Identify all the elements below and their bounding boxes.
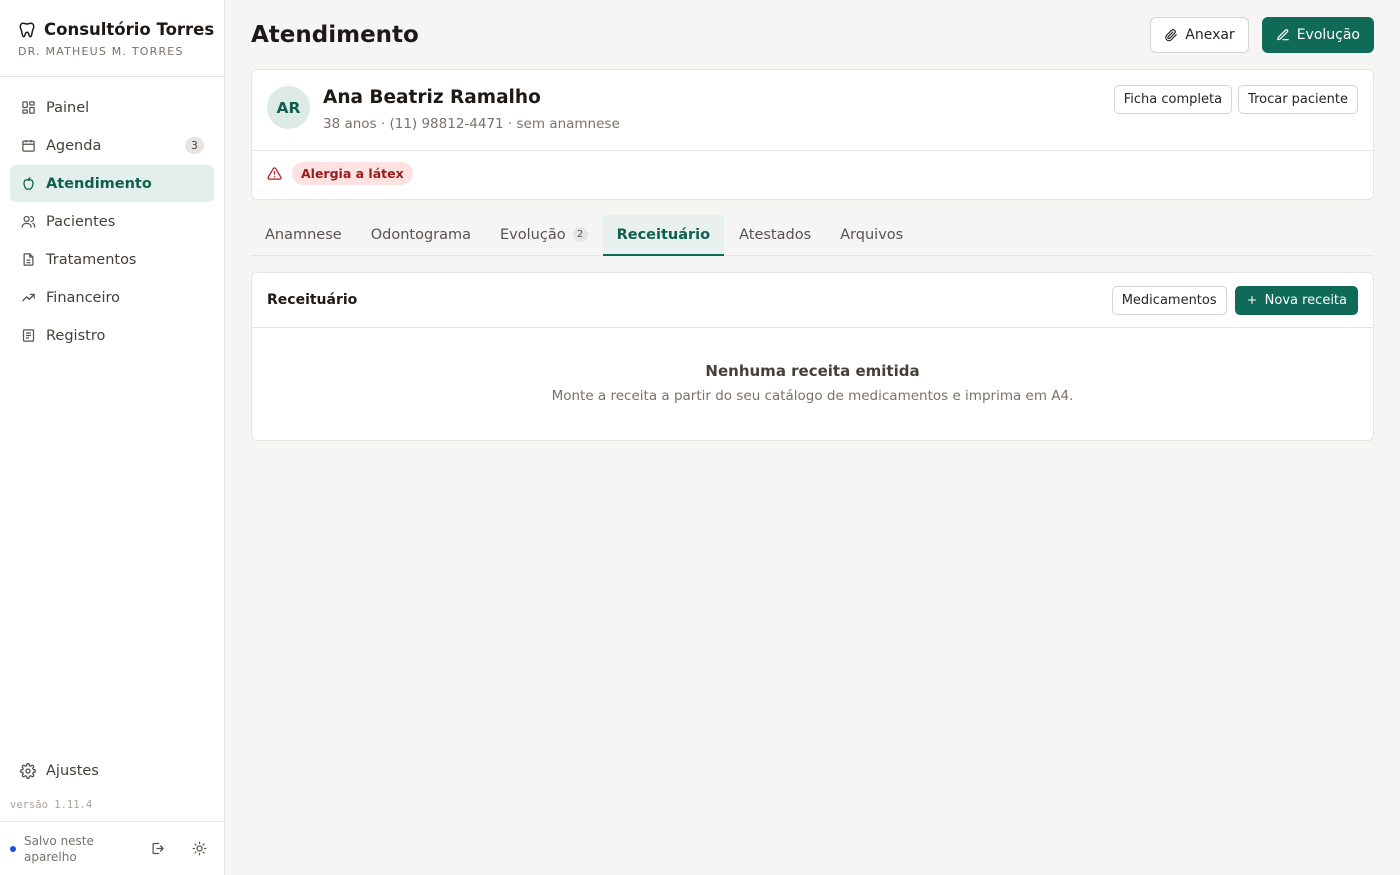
- tab-label: Anamnese: [265, 226, 342, 243]
- tab-label: Arquivos: [840, 226, 904, 243]
- tab-label: Evolução: [500, 226, 566, 243]
- evolution-button[interactable]: Evolução: [1261, 17, 1374, 53]
- tab-label: Atestados: [739, 226, 812, 243]
- tab-evolucao[interactable]: Evolução 2: [486, 215, 602, 256]
- brand-subtitle: DR. MATHEUS M. TORRES: [18, 45, 184, 58]
- main-content: Atendimento Anexar Evolução AR Ana Beatr…: [225, 0, 1400, 875]
- sidebar-item-registro[interactable]: Registro: [10, 317, 214, 354]
- trending-up-icon: [20, 290, 36, 306]
- brand-title: Consultório Torres: [44, 20, 215, 39]
- tab-bar: Anamnese Odontograma Evolução 2 Receituá…: [251, 215, 1374, 256]
- document-icon: [20, 252, 36, 268]
- empty-state: Nenhuma receita emitida Monte a receita …: [252, 328, 1373, 440]
- patient-name: Ana Beatriz Ramalho: [323, 87, 541, 108]
- calendar-icon: [20, 138, 36, 154]
- gear-icon: [20, 762, 36, 779]
- alert-row: Alergia a látex: [252, 151, 1373, 199]
- sidebar-item-label: Atendimento: [46, 175, 152, 192]
- saved-status: Salvo neste aparelho: [24, 833, 94, 864]
- evolution-count-badge: 2: [572, 227, 588, 242]
- sidebar-item-tratamentos[interactable]: Tratamentos: [10, 241, 214, 278]
- tab-label: Receituário: [616, 226, 711, 243]
- new-prescription-button[interactable]: Nova receita: [1234, 285, 1358, 315]
- sidebar-item-label: Painel: [46, 99, 90, 116]
- allergy-badge: Alergia a látex: [292, 162, 413, 185]
- patient-meta: 38 anos · (11) 98812-4471 · sem anamnese: [323, 116, 620, 132]
- patient-card: AR Ana Beatriz Ramalho 38 anos · (11) 98…: [251, 69, 1374, 200]
- full-record-button[interactable]: Ficha completa: [1113, 85, 1233, 114]
- brand: Consultório Torres DR. MATHEUS M. TORRES: [0, 0, 224, 77]
- sun-icon[interactable]: [184, 834, 214, 864]
- tab-arquivos[interactable]: Arquivos: [826, 215, 917, 256]
- tab-odontograma[interactable]: Odontograma: [357, 215, 485, 256]
- empty-state-title: Nenhuma receita emitida: [705, 362, 920, 380]
- agenda-count-badge: 3: [185, 137, 204, 154]
- sidebar-item-pacientes[interactable]: Pacientes: [10, 203, 214, 240]
- avatar: AR: [267, 86, 310, 129]
- attach-button-label: Anexar: [1185, 27, 1235, 43]
- tooth-icon: [18, 21, 36, 39]
- sidebar-item-label: Pacientes: [46, 213, 116, 230]
- sidebar-item-label: Ajustes: [46, 762, 99, 779]
- tab-label: Odontograma: [370, 226, 472, 243]
- grid-icon: [20, 100, 36, 116]
- version-label: versão 1.11.4: [10, 799, 93, 811]
- sidebar-footer: Salvo neste aparelho: [0, 821, 224, 875]
- paperclip-icon: [1164, 28, 1178, 42]
- new-prescription-label: Nova receita: [1264, 292, 1347, 308]
- prescriptions-card: Receituário Medicamentos Nova receita Ne…: [251, 272, 1374, 441]
- tab-atestados[interactable]: Atestados: [725, 215, 825, 256]
- sidebar-item-label: Tratamentos: [46, 251, 137, 268]
- sidebar-nav: Painel Agenda 3 Atendimento Pacientes Tr…: [0, 77, 224, 366]
- pencil-icon: [1276, 28, 1290, 42]
- medications-button[interactable]: Medicamentos: [1111, 285, 1227, 315]
- notes-icon: [20, 328, 36, 344]
- sidebar-item-painel[interactable]: Painel: [10, 89, 214, 126]
- sidebar-item-agenda[interactable]: Agenda 3: [10, 127, 214, 164]
- page-header: Atendimento Anexar Evolução: [251, 17, 1374, 53]
- tab-receituario[interactable]: Receituário: [602, 215, 725, 256]
- sidebar-item-label: Registro: [46, 327, 106, 344]
- sidebar-item-financeiro[interactable]: Financeiro: [10, 279, 214, 316]
- logout-icon[interactable]: [142, 834, 172, 864]
- sidebar-item-atendimento[interactable]: Atendimento: [10, 165, 214, 202]
- switch-patient-button[interactable]: Trocar paciente: [1238, 85, 1358, 114]
- tab-anamnese[interactable]: Anamnese: [251, 215, 356, 256]
- users-icon: [20, 214, 36, 230]
- plus-icon: [1246, 294, 1258, 306]
- apple-icon: [20, 176, 36, 192]
- empty-state-subtitle: Monte a receita a partir do seu catálogo…: [551, 388, 1074, 404]
- sidebar: Consultório Torres DR. MATHEUS M. TORRES…: [0, 0, 225, 875]
- attach-button[interactable]: Anexar: [1150, 17, 1249, 53]
- sidebar-item-label: Financeiro: [46, 289, 121, 306]
- sidebar-item-ajustes[interactable]: Ajustes: [10, 752, 214, 789]
- saved-status-dot: [10, 845, 16, 852]
- section-title: Receituário: [267, 292, 358, 308]
- page-title: Atendimento: [251, 22, 419, 48]
- sidebar-item-label: Agenda: [46, 137, 102, 154]
- warning-icon: [267, 166, 282, 181]
- evolution-button-label: Evolução: [1296, 27, 1360, 43]
